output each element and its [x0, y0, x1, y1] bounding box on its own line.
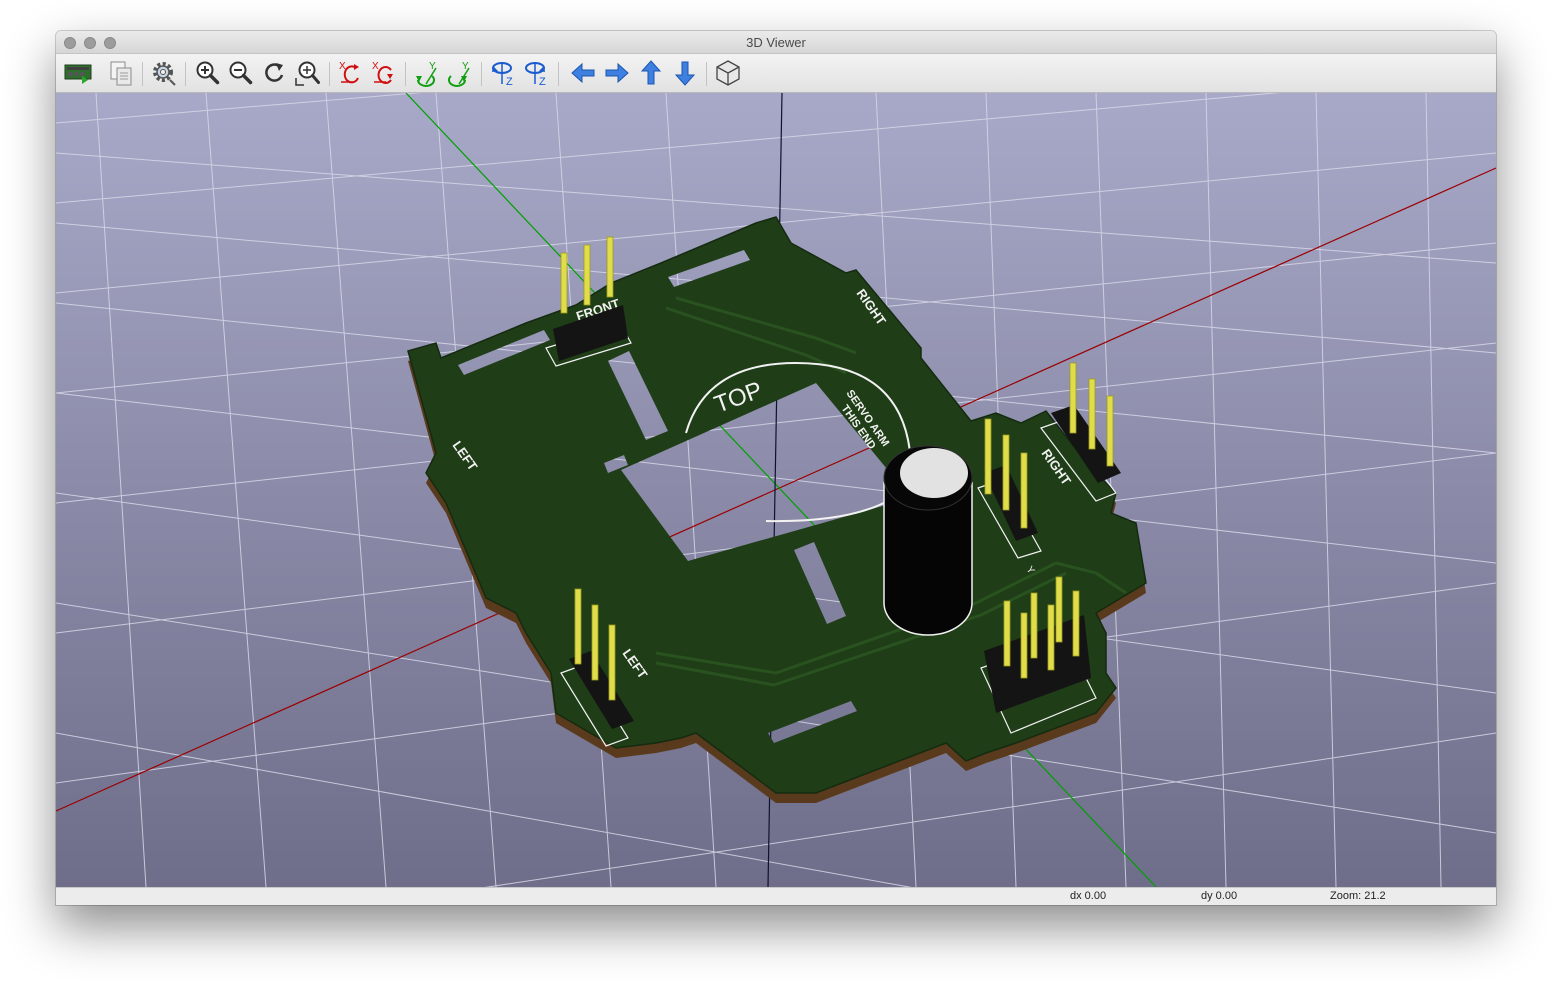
toolbar: X X Y Y Z Z: [56, 54, 1496, 93]
rotate-y-ccw-icon: Y: [448, 61, 470, 87]
electrolytic-capacitor: [883, 445, 973, 636]
copy-image-button[interactable]: [106, 58, 136, 88]
rotate-x-ccw-icon: X: [372, 61, 393, 84]
zoom-out-icon: [229, 61, 253, 85]
status-dy: dy 0.00: [1201, 890, 1238, 902]
rotate-y-cw-icon: Y: [416, 61, 437, 87]
title-bar: 3D Viewer: [56, 31, 1496, 54]
window-title: 3D Viewer: [746, 35, 806, 50]
zoom-fit-icon: [295, 61, 320, 86]
arrow-right-icon: [605, 62, 629, 84]
reload-board-icon: [64, 64, 92, 84]
toolbar-separator: [185, 62, 186, 86]
status-dx: dx 0.00: [1070, 890, 1107, 902]
redraw-button[interactable]: [260, 58, 290, 88]
3d-scene[interactable]: FRONT RIGHT TOP SERVO ARM THIS END LEFT …: [56, 93, 1496, 887]
rotate-y-cw-button[interactable]: Y: [412, 58, 442, 88]
pan-down-button[interactable]: [670, 58, 700, 88]
zoom-in-icon: [196, 61, 220, 85]
toolbar-separator: [706, 62, 707, 86]
gear-icon: [153, 62, 176, 86]
rotate-y-ccw-button[interactable]: Y: [445, 58, 475, 88]
reload-board-button[interactable]: [63, 58, 93, 88]
rotate-z-cw-glyph: Z: [506, 76, 513, 88]
rotate-z-ccw-glyph: Z: [539, 76, 546, 88]
orthographic-toggle-button[interactable]: [713, 58, 743, 88]
zoom-out-button[interactable]: [226, 58, 256, 88]
toolbar-separator: [405, 62, 406, 86]
redraw-icon: [265, 63, 284, 82]
arrow-left-icon: [571, 62, 595, 84]
rotate-z-cw-button[interactable]: Z: [489, 58, 519, 88]
rotate-z-ccw-button[interactable]: Z: [522, 58, 552, 88]
zoom-in-button[interactable]: [193, 58, 223, 88]
arrow-down-icon: [674, 61, 696, 86]
cube-icon: [716, 60, 740, 86]
pan-left-button[interactable]: [568, 58, 598, 88]
pan-right-button[interactable]: [602, 58, 632, 88]
rotate-z-cw-icon: Z: [492, 62, 513, 88]
3d-viewport[interactable]: FRONT RIGHT TOP SERVO ARM THIS END LEFT …: [56, 93, 1496, 887]
toolbar-separator: [558, 62, 559, 86]
toolbar-separator: [142, 62, 143, 86]
copy-icon: [110, 61, 132, 86]
viewer-window: 3D Viewer X X Y Y Z Z FRONT RIGHT TOP SE…: [56, 31, 1496, 905]
toolbar-separator: [329, 62, 330, 86]
zoom-fit-button[interactable]: [293, 58, 323, 88]
toolbar-separator: [481, 62, 482, 86]
status-zoom: Zoom: 21.2: [1330, 890, 1386, 902]
rotate-x-ccw-glyph: X: [372, 61, 379, 72]
rotate-x-cw-icon: X: [339, 61, 359, 84]
status-bar: dx 0.00 dy 0.00 Zoom: 21.2: [56, 887, 1496, 905]
settings-button[interactable]: [149, 58, 179, 88]
arrow-up-icon: [640, 60, 662, 85]
rotate-x-ccw-button[interactable]: X: [369, 58, 399, 88]
rotate-z-ccw-icon: Z: [525, 62, 546, 88]
rotate-x-cw-button[interactable]: X: [336, 58, 366, 88]
pan-up-button[interactable]: [636, 58, 666, 88]
